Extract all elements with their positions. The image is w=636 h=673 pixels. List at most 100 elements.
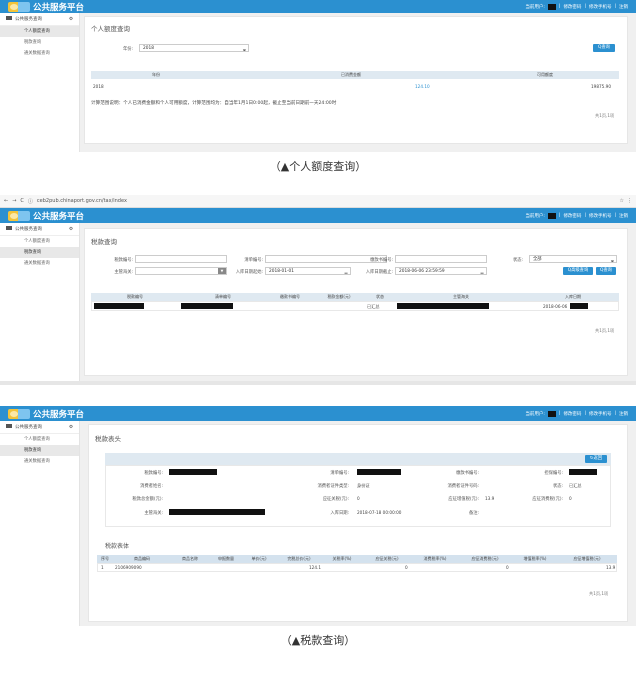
return-button[interactable]: ↻返回: [585, 455, 607, 463]
logout-link[interactable]: 注销: [619, 411, 628, 417]
logout-link[interactable]: 注销: [619, 213, 628, 219]
brand-logo: 公共服务平台: [8, 408, 84, 420]
change-phone-link[interactable]: 修改手机号: [589, 4, 612, 10]
back-icon[interactable]: ←: [4, 198, 8, 204]
tax-no-label: 税款编号:: [114, 258, 133, 263]
menu-icon[interactable]: ⋮: [627, 198, 632, 204]
logo-icon: [8, 1, 30, 12]
field-vat-value: 13.9: [485, 496, 495, 501]
sidebar-item-customs-data[interactable]: 通关数据查询: [0, 48, 79, 59]
field-vat-label: 应征增值税(元):: [448, 497, 479, 502]
body-table-header: 序号 商品编码 商品名称 申报数量 单价(元) 完税总价(元) 关税率(%) 应…: [97, 555, 617, 563]
calendar-icon[interactable]: ▦: [344, 270, 348, 274]
col-order-no: 缴款书编号: [280, 294, 300, 299]
change-password-link[interactable]: 修改密码: [563, 213, 581, 219]
col-date: 入库日期: [565, 294, 581, 299]
status-select[interactable]: 全部 ▼: [529, 255, 617, 263]
top-bar: 公共服务平台 当前用户: | 修改密码 | 修改手机号 | 注销: [0, 208, 636, 223]
gear-icon[interactable]: ⚙: [69, 17, 73, 22]
logout-link[interactable]: 注销: [619, 4, 628, 10]
field-id-type-label: 消费者证件类型:: [317, 484, 349, 489]
redacted-date-time: [570, 303, 588, 309]
col-customs: 主管海关: [453, 294, 469, 299]
gear-icon[interactable]: ⚙: [69, 227, 73, 232]
reload-icon[interactable]: C: [20, 198, 24, 204]
col-seq: 序号: [101, 556, 109, 561]
sidebar-item-customs-data[interactable]: 通关数据查询: [0, 456, 79, 467]
col-tax-no: 税款编号: [127, 294, 143, 299]
body-seq: 1: [101, 565, 104, 570]
date-end-input[interactable]: 2018-06-06 23:59:59 ▦: [395, 267, 487, 275]
customs-input[interactable]: ▼: [135, 267, 227, 275]
query-button[interactable]: Q查询: [596, 267, 616, 275]
field-guarantor-no-label: 担保编号:: [544, 471, 563, 476]
sidebar: 公共服务查询 ⚙ 个人额度查询 税款查询 通关数据查询: [0, 421, 80, 626]
query-button[interactable]: Q查询: [593, 44, 615, 52]
field-tariff-value: 0: [357, 496, 360, 501]
address-bar[interactable]: ceb2pub.chinaport.gov.cn/tax/index: [37, 198, 127, 204]
caption-tax-query: （▲税款查询）: [280, 634, 356, 647]
chevron-down-icon: ▼: [242, 48, 246, 52]
star-icon[interactable]: ☆: [620, 198, 624, 204]
sidebar-item-customs-data[interactable]: 通关数据查询: [0, 258, 79, 269]
info-icon: ⓘ: [27, 198, 33, 205]
body-tariff: 0: [405, 565, 408, 570]
page-title: 个人额度查询: [91, 25, 130, 33]
pager: 共1页,1项: [589, 591, 609, 596]
top-bar: 公共服务平台 当前用户: | 修改密码 | 修改手机号 | 注销: [0, 406, 636, 421]
sidebar-item-tax[interactable]: 税款查询: [0, 445, 79, 456]
date-start-input[interactable]: 2018-01-01 ▦: [265, 267, 351, 275]
field-consumption-tax-value: 0: [569, 496, 572, 501]
gear-icon[interactable]: ⚙: [69, 425, 73, 430]
quota-panel: 个人额度查询 年份: 2018 ▼ Q查询 年份 已消费金额 可用额度 2018 …: [84, 16, 628, 144]
year-select[interactable]: 2018 ▼: [139, 44, 249, 52]
sidebar-item-quota[interactable]: 个人额度查询: [0, 434, 79, 445]
body-consumption-tax: 0: [506, 565, 509, 570]
brand-logo: 公共服务平台: [8, 1, 84, 13]
col-status: 状态: [376, 294, 384, 299]
sidebar-item-tax[interactable]: 税款查询: [0, 247, 79, 258]
row-date: 2018-06-06: [543, 304, 568, 309]
field-id-no-label: 消费者证件号码:: [447, 484, 479, 489]
calendar-icon[interactable]: ▦: [480, 270, 484, 274]
forward-icon[interactable]: →: [12, 198, 16, 204]
caption-personal-quota: （▲个人额度查询）: [269, 160, 367, 173]
mail-icon: [6, 16, 12, 20]
brand-logo: 公共服务平台: [8, 210, 84, 222]
advanced-query-button[interactable]: Q高级查询: [563, 267, 593, 275]
field-status-label: 状态:: [552, 484, 563, 489]
col-tariff-rate: 关税率(%): [332, 556, 352, 561]
logo-icon: [8, 210, 30, 221]
calculation-note: 计算范围说明：个人已消费金额和个人可用额度，计算范围均为：自当年1月1日0:00…: [91, 101, 337, 106]
sidebar-item-quota[interactable]: 个人额度查询: [0, 26, 79, 37]
change-password-link[interactable]: 修改密码: [563, 4, 581, 10]
change-password-link[interactable]: 修改密码: [563, 411, 581, 417]
row-year: 2018: [93, 84, 104, 89]
change-phone-link[interactable]: 修改手机号: [589, 411, 612, 417]
body-goods-code: 2106909090: [115, 565, 142, 570]
sidebar-header[interactable]: 公共服务查询 ⚙: [0, 421, 79, 434]
sidebar-header[interactable]: 公共服务查询 ⚙: [0, 223, 79, 236]
change-phone-link[interactable]: 修改手机号: [589, 213, 612, 219]
year-label: 年份:: [122, 47, 133, 52]
sidebar: 公共服务查询 ⚙ 个人额度查询 税款查询 通关数据查询: [0, 13, 80, 152]
logo-icon: [8, 408, 30, 419]
redacted-guarantor-no: [569, 469, 597, 475]
redacted-tax-no: [169, 469, 217, 475]
sidebar-item-quota[interactable]: 个人额度查询: [0, 236, 79, 247]
page-title: 税款查询: [91, 238, 117, 246]
order-no-input[interactable]: [395, 255, 487, 263]
col-unit-price: 单价(元): [251, 556, 267, 561]
mail-icon: [6, 226, 12, 230]
user-links: 当前用户: | 修改密码 | 修改手机号 | 注销: [525, 3, 628, 10]
sidebar-item-tax[interactable]: 税款查询: [0, 37, 79, 48]
redacted-user: [547, 410, 556, 417]
tax-table-header: 税款编号 清单编号 缴款书编号 税款金额(元) 状态 主管海关 入库日期: [91, 293, 619, 301]
body-vat: 13.9: [606, 565, 616, 570]
tax-no-input[interactable]: [135, 255, 227, 263]
sidebar: 公共服务查询 ⚙ 个人额度查询 税款查询 通关数据查询: [0, 223, 80, 381]
field-consumption-tax-label: 应征消费税(元):: [532, 497, 563, 502]
sidebar-header[interactable]: 公共服务查询 ⚙: [0, 13, 79, 26]
col-quantity: 申报数量: [218, 556, 234, 561]
col-vat-rate: 增值税率(%): [523, 556, 547, 561]
